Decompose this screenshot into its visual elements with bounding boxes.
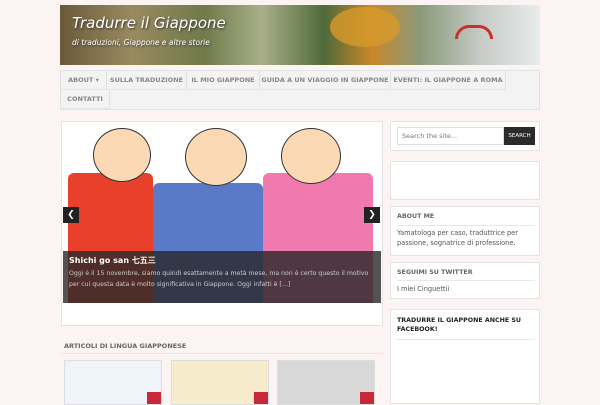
divider [397, 339, 535, 340]
divider [397, 280, 535, 281]
site-title[interactable]: Tradurre il Giappone [72, 14, 226, 32]
twitter-widget: SEGUIMI SU TWITTER I miei Cinguettii [390, 262, 540, 299]
nav-il-mio-giappone[interactable]: IL MIO GIAPPONE [187, 71, 260, 90]
child-girl-left [93, 128, 151, 182]
thumb-tag [254, 392, 268, 404]
section-divider [61, 353, 383, 354]
main-nav: ABOUT ▾ SULLA TRADUZIONE IL MIO GIAPPONE… [60, 70, 540, 110]
facebook-title: TRADURRE IL GIAPPONE ANCHE SU FACEBOOK! [397, 317, 522, 333]
nav-sulla-traduzione[interactable]: SULLA TRADUZIONE [107, 71, 187, 90]
slider-title[interactable]: Shichi go san 七五三 [69, 255, 156, 266]
social-widget: f g+ t ◉ ◥ ✉ [390, 161, 540, 348]
divider [397, 225, 535, 226]
facebook-widget: TRADURRE IL GIAPPONE ANCHE SU FACEBOOK! [390, 309, 540, 404]
about-title: ABOUT ME [397, 213, 435, 220]
article-thumb[interactable] [171, 360, 269, 405]
about-text: Yamatologa per caso, traduttrice per pas… [397, 229, 518, 247]
slider-prev-button[interactable]: ❮ [63, 207, 79, 223]
thumb-tag [147, 392, 161, 404]
header-banner[interactable]: Tradurre il Giappone di traduzioni, Giap… [60, 5, 540, 65]
twitter-title: SEGUIMI SU TWITTER [397, 269, 473, 276]
about-widget: ABOUT ME Yamatologa per caso, traduttric… [390, 206, 540, 256]
child-boy [185, 128, 247, 186]
thumb-tag [360, 392, 374, 404]
nav-guida-viaggio[interactable]: GUIDA A UN VIAGGIO IN GIAPPONE [260, 71, 391, 90]
search-widget: SEARCH [390, 121, 540, 151]
slider-excerpt: Oggi è il 15 novembre, siamo quindi esat… [69, 270, 369, 288]
section-title: ARTICOLI DI LINGUA GIAPPONESE [64, 342, 187, 350]
slider-caption: Shichi go san 七五三 Oggi è il 15 novembre,… [63, 251, 381, 303]
nav-eventi-roma[interactable]: EVENTI: IL GIAPPONE A ROMA [391, 71, 506, 90]
search-button[interactable]: SEARCH [504, 127, 535, 145]
article-thumb[interactable] [64, 360, 162, 405]
slider-next-button[interactable]: ❯ [364, 207, 380, 223]
site-description: di traduzioni, Giappone e altre storie [72, 38, 210, 47]
search-input[interactable] [397, 127, 504, 145]
twitter-link[interactable]: I miei Cinguettii [397, 284, 449, 294]
nav-about[interactable]: ABOUT ▾ [61, 71, 107, 90]
article-thumb[interactable] [277, 360, 375, 405]
nav-contatti[interactable]: CONTATTI [61, 90, 110, 109]
child-girl-right [281, 128, 341, 184]
banner-bridge [455, 25, 493, 39]
banner-tree [330, 7, 400, 47]
